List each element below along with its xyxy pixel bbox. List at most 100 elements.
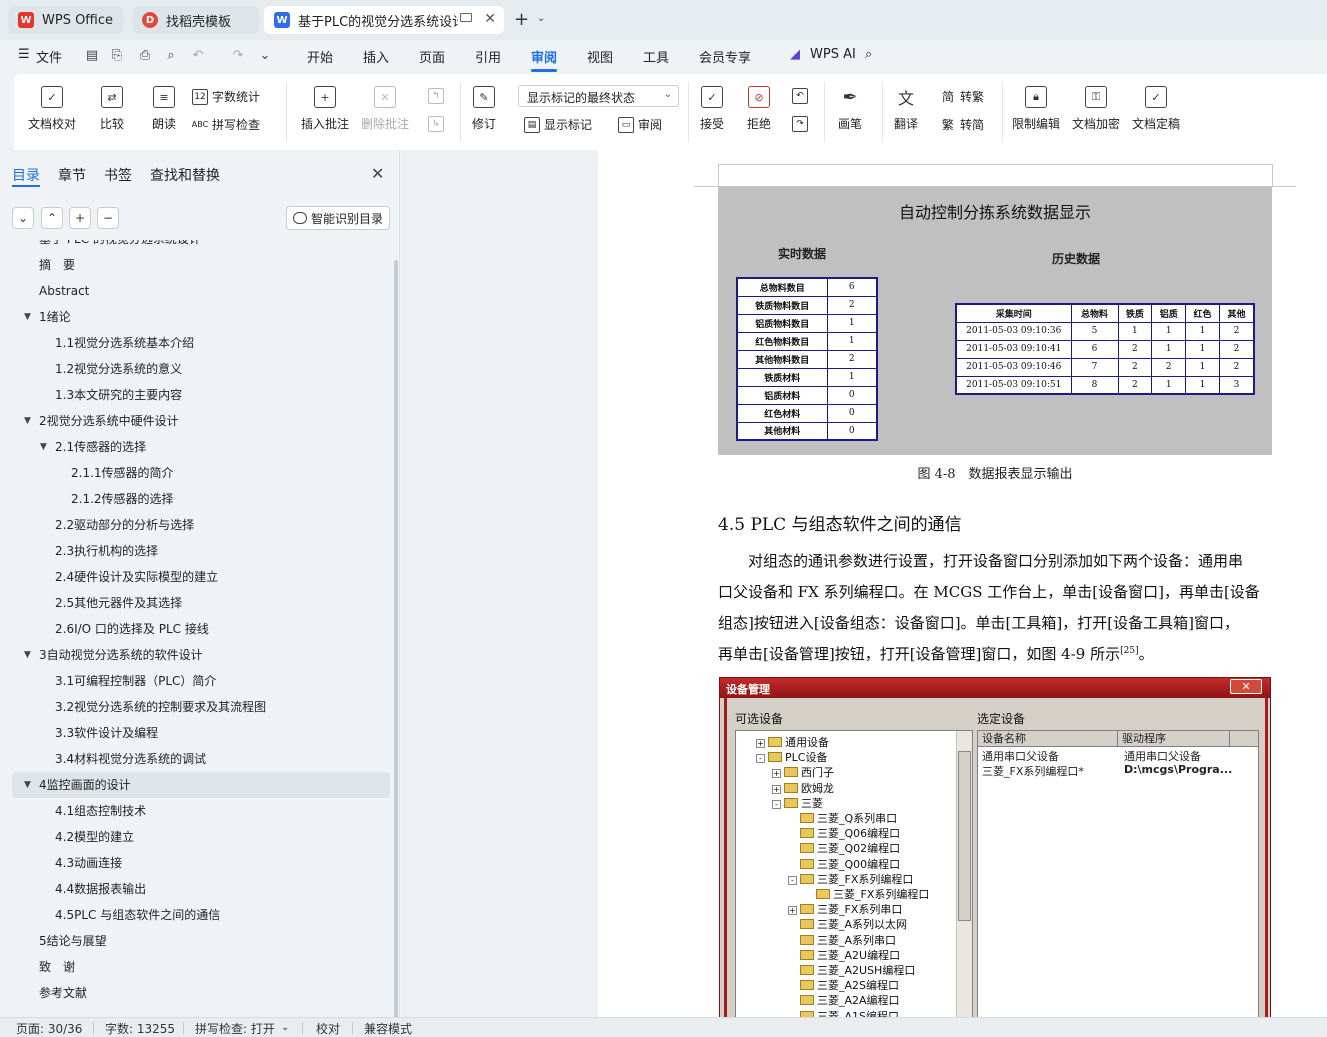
spell-check-button[interactable]: ABC 拼写检查 — [192, 116, 260, 133]
toc-item[interactable]: 1.1视觉分选系统基本介绍 — [12, 330, 390, 356]
menu-reference[interactable]: 引用 — [475, 47, 501, 66]
export-icon[interactable]: ⎘ — [109, 48, 125, 64]
search-icon[interactable]: ⌕ — [865, 47, 872, 62]
toc-item[interactable]: ▼ 3自动视觉分选系统的软件设计 — [12, 642, 390, 668]
doc-check-button[interactable]: ✓ 文档校对 — [28, 86, 76, 132]
accept-button[interactable]: ✓ 接受 — [700, 86, 724, 132]
tab-find-replace[interactable]: 查找和替换 — [150, 165, 220, 185]
toc-item[interactable]: 2.6I/O 口的选择及 PLC 接线 — [12, 616, 390, 642]
toc-item[interactable]: 3.3软件设计及编程 — [12, 720, 390, 746]
tab-toc[interactable]: 目录 — [12, 165, 40, 185]
toc-item[interactable]: 3.4材料视觉分选系统的调试 — [12, 746, 390, 772]
menu-insert[interactable]: 插入 — [363, 47, 389, 66]
toc-item[interactable]: 3.2视觉分选系统的控制要求及其流程图 — [12, 694, 390, 720]
menu-tools[interactable]: 工具 — [643, 47, 669, 66]
expand-arrow-icon[interactable]: ▼ — [24, 772, 31, 798]
toc-item[interactable]: 2.4硬件设计及实际模型的建立 — [12, 564, 390, 590]
restrict-edit-button[interactable]: 🔒︎ 限制编辑 — [1012, 86, 1060, 132]
reject-button[interactable]: ⊘ 拒绝 — [747, 86, 771, 132]
toc-item[interactable]: 2.2驱动部分的分析与选择 — [12, 512, 390, 538]
word-count[interactable]: 字数: 13255 — [105, 1020, 175, 1037]
menu-wps-ai[interactable]: WPS AI — [810, 47, 856, 62]
toc-item[interactable]: 2.3执行机构的选择 — [12, 538, 390, 564]
menu-review[interactable]: 审阅 — [531, 47, 557, 66]
pen-button[interactable]: ✒ 画笔 — [838, 86, 862, 132]
menu-start[interactable]: 开始 — [307, 47, 333, 66]
toc-item[interactable]: 基于 PLC 的视觉分选系统设计 — [12, 240, 390, 252]
doc-finalize-button[interactable]: ✓ 文档定稿 — [1132, 86, 1180, 132]
toc-item[interactable]: 2.1.1传感器的简介 — [12, 460, 390, 486]
delete-comment-button[interactable]: ✕ 删除批注 — [361, 86, 409, 132]
revise-button[interactable]: ✎ 修订 — [472, 86, 496, 132]
print-icon[interactable]: ⎙ — [137, 48, 153, 64]
expand-arrow-icon[interactable]: ▼ — [24, 304, 31, 330]
translate-button[interactable]: 文 翻译 — [894, 86, 918, 132]
undo-icon[interactable]: ↶ — [190, 48, 206, 64]
toc-item[interactable]: 4.1组态控制技术 — [12, 798, 390, 824]
document-page[interactable]: 自动控制分拣系统数据显示 实时数据 历史数据 总物料数目 6 铁质物料数目 2 铝质物料… — [598, 150, 1327, 1017]
print-preview-icon[interactable]: ⌕ — [163, 48, 179, 64]
toc-item[interactable]: 5结论与展望 — [12, 928, 390, 954]
word-count-button[interactable]: 12 字数统计 — [192, 88, 260, 105]
expand-arrow-icon[interactable]: ▼ — [24, 642, 31, 668]
expand-arrow-icon[interactable]: ▼ — [40, 434, 47, 460]
toc-item[interactable]: 参考文献 — [12, 980, 390, 1006]
markup-state-select[interactable]: 显示标记的最终状态 ⌄ — [518, 85, 679, 107]
page-indicator[interactable]: 页面: 30/36 — [16, 1020, 82, 1037]
prev-comment-icon[interactable]: ↰ — [428, 88, 448, 104]
hamburger-icon[interactable]: ☰ — [18, 47, 30, 62]
close-icon[interactable]: ✕ — [371, 164, 384, 183]
toc-item[interactable]: 4.3动画连接 — [12, 850, 390, 876]
toc-item[interactable]: 4.2模型的建立 — [12, 824, 390, 850]
screen-icon[interactable] — [460, 13, 472, 22]
remove-heading-icon[interactable]: − — [97, 207, 119, 229]
save-icon[interactable]: ▤ — [84, 48, 100, 64]
sidebar-scrollbar[interactable] — [394, 260, 398, 1020]
next-comment-icon[interactable]: ↳ — [428, 116, 448, 132]
wps-ai-icon[interactable]: ◢ — [790, 47, 800, 62]
chevron-down-icon[interactable]: ⌄ — [281, 1022, 289, 1033]
tab-wps-office[interactable]: W WPS Office — [8, 6, 124, 34]
menu-view[interactable]: 视图 — [587, 47, 613, 66]
more-chevron-icon[interactable]: ⌄ — [257, 48, 273, 64]
close-tab-icon[interactable]: ✕ — [484, 11, 496, 27]
toc-item[interactable]: 摘 要 — [12, 252, 390, 278]
expand-up-icon[interactable]: ⌃ — [41, 207, 63, 229]
chevron-down-icon[interactable]: ⌄ — [537, 13, 545, 24]
tab-chapters[interactable]: 章节 — [58, 165, 86, 185]
menu-member[interactable]: 会员专享 — [699, 47, 751, 66]
toc-item[interactable]: 4.4数据报表输出 — [12, 876, 390, 902]
read-aloud-button[interactable]: ≡ 朗读 — [152, 86, 176, 132]
spell-check-status[interactable]: 拼写检查: 打开 — [195, 1020, 275, 1037]
to-traditional-button[interactable]: 简 转繁 — [940, 88, 984, 105]
toc-item[interactable]: ▼ 1绪论 — [12, 304, 390, 330]
proofread-status[interactable]: 校对 — [316, 1020, 340, 1037]
doc-encrypt-button[interactable]: ⚿ 文档加密 — [1072, 86, 1120, 132]
toc-item[interactable]: ▼ 4监控画面的设计 — [12, 772, 390, 798]
add-heading-icon[interactable]: + — [69, 207, 91, 229]
insert-comment-button[interactable]: + 插入批注 — [301, 86, 349, 132]
tab-document[interactable]: W 基于PLC的视觉分选系统设计 ✕ — [264, 6, 504, 34]
tab-template[interactable]: D 找稻壳模板 — [132, 6, 260, 34]
toc-item[interactable]: 3.1可编程控制器（PLC）简介 — [12, 668, 390, 694]
show-markup-button[interactable]: ▤ 显示标记 — [524, 116, 592, 133]
prev-change-icon[interactable]: ↶ — [792, 88, 812, 104]
review-pane-button[interactable]: ▭ 审阅 — [618, 116, 662, 133]
collapse-all-icon[interactable]: ⌄ — [12, 207, 34, 229]
expand-arrow-icon[interactable]: ▼ — [24, 408, 31, 434]
toc-item[interactable]: ▼ 2视觉分选系统中硬件设计 — [12, 408, 390, 434]
compare-button[interactable]: ⇄ 比较 — [100, 86, 124, 132]
toc-item[interactable]: Abstract — [12, 278, 390, 304]
redo-icon[interactable]: ↷ — [230, 48, 246, 64]
next-change-icon[interactable]: ↷ — [792, 116, 812, 132]
to-simplified-button[interactable]: 繁 转简 — [940, 116, 984, 133]
toc-item[interactable]: 1.3本文研究的主要内容 — [12, 382, 390, 408]
toc-item[interactable]: 2.5其他元器件及其选择 — [12, 590, 390, 616]
new-tab-icon[interactable]: + — [514, 9, 529, 30]
menu-page[interactable]: 页面 — [419, 47, 445, 66]
toc-item[interactable]: 2.1.2传感器的选择 — [12, 486, 390, 512]
toc-item[interactable]: 致 谢 — [12, 954, 390, 980]
toc-item[interactable]: 1.2视觉分选系统的意义 — [12, 356, 390, 382]
menu-file[interactable]: 文件 — [36, 47, 62, 66]
smart-toc-button[interactable]: 智能识别目录 — [286, 206, 390, 230]
